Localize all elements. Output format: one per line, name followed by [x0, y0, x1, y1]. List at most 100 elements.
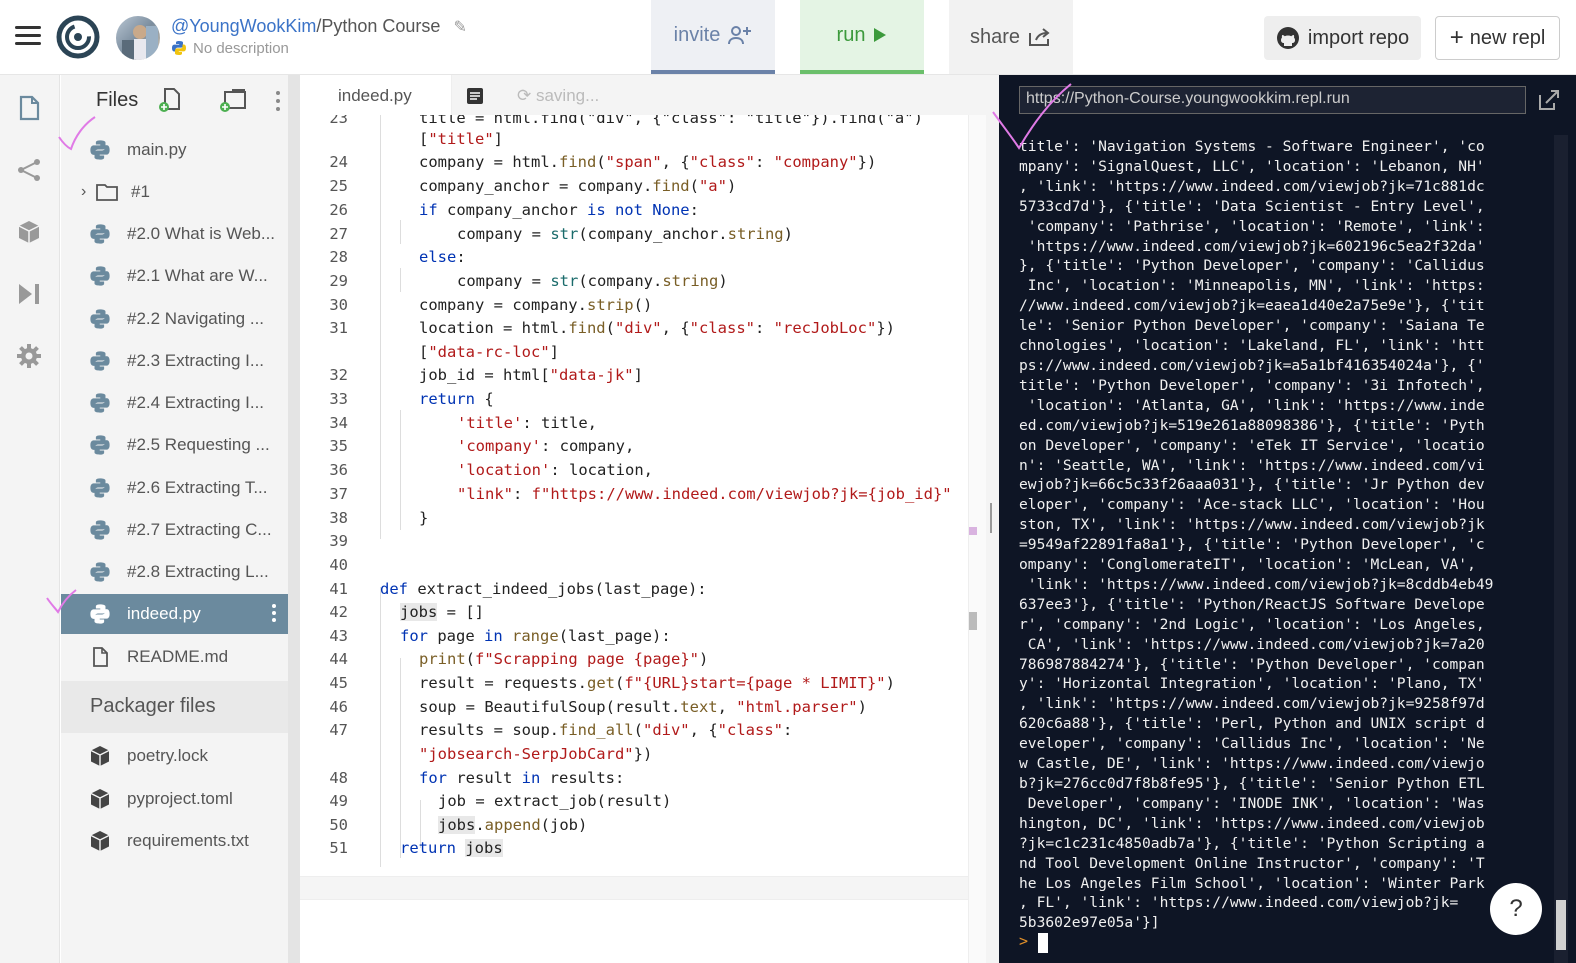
open-in-new-tab-icon[interactable] [1537, 88, 1561, 112]
packager-heading: Packager files [90, 695, 216, 717]
run-button[interactable]: run [800, 0, 924, 74]
code-line: return { [419, 390, 494, 408]
line-number: 37 [329, 485, 348, 503]
panel-resize-handle[interactable] [288, 75, 300, 963]
python-file-icon [90, 435, 110, 455]
format-document-icon[interactable] [466, 87, 484, 105]
console-line: , 'link': 'https://www.indeed.com/viewjo… [1019, 695, 1485, 713]
file-item[interactable]: #2.8 Extracting L... [61, 552, 288, 592]
indent-guide [400, 658, 401, 858]
file-item[interactable]: #2.6 Extracting T... [61, 468, 288, 508]
add-folder-icon[interactable] [218, 87, 248, 113]
share-label: share [969, 25, 1021, 48]
plus-icon: + [1449, 24, 1464, 51]
add-user-icon [728, 26, 752, 45]
console-panel: https://Python-Course.youngwookkim.repl.… [999, 75, 1576, 963]
file-item-requirements[interactable]: requirements.txt [61, 821, 288, 861]
python-file-icon [90, 393, 110, 413]
console-line: ston, TX', 'link': 'https://www.indeed.c… [1019, 516, 1485, 534]
owner-link[interactable]: @YoungWookKim [171, 16, 316, 36]
file-item[interactable]: #2.1 What are W... [61, 256, 288, 296]
github-icon [1276, 27, 1299, 49]
scroll-marker [969, 527, 977, 535]
editor-scrollbar[interactable] [968, 115, 986, 963]
code-line: location = html.find("div", {"class": "r… [419, 319, 895, 337]
invite-label: invite [673, 23, 721, 46]
import-repo-button[interactable]: import repo [1264, 16, 1421, 60]
code-line: 'title': title, [457, 414, 597, 432]
files-icon[interactable] [16, 95, 42, 121]
console-line: y': 'Horizontal Integration', 'location'… [1019, 675, 1485, 693]
file-name: requirements.txt [127, 831, 249, 850]
python-file-icon [90, 224, 110, 244]
file-item[interactable]: #2.2 Navigating ... [61, 299, 288, 339]
folder-item-1[interactable]: › #1 [61, 172, 288, 212]
share-icon [1029, 28, 1050, 46]
replit-logo-icon[interactable] [56, 15, 100, 59]
console-output[interactable]: title': 'Navigation Systems - Software E… [1019, 137, 1549, 933]
indent-guide [380, 115, 381, 539]
settings-gear-icon[interactable] [16, 343, 42, 369]
console-line: 637ee3'}, {'title': 'Python/ReactJS Soft… [1019, 595, 1485, 613]
help-button[interactable]: ? [1490, 883, 1542, 935]
scroll-thumb[interactable] [1556, 900, 1566, 950]
files-more-icon[interactable] [276, 91, 280, 111]
file-more-icon[interactable] [272, 604, 276, 625]
code-line: def extract_indeed_jobs(last_page): [380, 580, 707, 598]
console-line: he Los Angeles Film School', 'location':… [1019, 874, 1485, 892]
add-file-icon[interactable] [158, 87, 182, 113]
console-line: on Developer', 'company': 'eTek IT Servi… [1019, 436, 1485, 454]
code-area[interactable]: 23 title = html.find("div", {"class": "t… [300, 115, 968, 963]
saving-text: saving... [535, 86, 600, 105]
line-number: 39 [329, 532, 348, 550]
panel-resize-handle[interactable] [986, 75, 999, 963]
package-icon [90, 831, 110, 851]
file-item[interactable]: #2.0 What is Web... [61, 214, 288, 254]
repl-name[interactable]: Python Course [321, 16, 440, 36]
packager-files-section[interactable]: Packager files [61, 681, 288, 733]
import-label: import repo [1307, 26, 1410, 49]
share-button[interactable]: share [949, 0, 1073, 74]
file-name: #2.5 Requesting ... [127, 435, 270, 454]
file-name: indeed.py [127, 604, 201, 623]
menu-icon[interactable] [15, 26, 41, 46]
chevron-right-icon[interactable]: › [81, 183, 86, 201]
file-name: #2.6 Extracting T... [127, 478, 268, 497]
console-line: le': 'Senior Python Developer', 'company… [1019, 317, 1485, 335]
file-item-pyproject[interactable]: pyproject.toml [61, 779, 288, 819]
annotation-checkmark [58, 116, 96, 151]
file-item[interactable]: #2.3 Extracting I... [61, 341, 288, 381]
editor-tab-bar: indeed.py ⟳ saving... [300, 75, 986, 115]
indent-guide [400, 220, 401, 244]
console-cursor[interactable] [1038, 933, 1048, 953]
run-label: run [836, 23, 866, 46]
code-line: company_anchor = company.find("a") [419, 177, 737, 195]
console-line: //www.indeed.com/viewjob?jk=eaea1d40e2a7… [1019, 297, 1485, 315]
line-number: 47 [329, 721, 348, 739]
invite-button[interactable]: invite [651, 0, 775, 74]
console-line: nd Tool Development Online Instructor', … [1019, 854, 1485, 872]
file-item-indeed-py[interactable]: indeed.py [61, 594, 288, 634]
webview-url-field[interactable]: https://Python-Course.youngwookkim.repl.… [1019, 86, 1526, 114]
debugger-icon[interactable] [16, 281, 42, 307]
console-scrollbar[interactable] [1554, 135, 1568, 963]
file-item[interactable]: #2.4 Extracting I... [61, 383, 288, 423]
code-line: if company_anchor is not None: [419, 201, 699, 219]
packages-icon[interactable] [16, 219, 42, 245]
new-repl-button[interactable]: + new repl [1435, 16, 1560, 60]
file-item-poetry-lock[interactable]: poetry.lock [61, 736, 288, 776]
indent-guide [400, 268, 401, 292]
document-icon [93, 647, 108, 667]
tab-indeed-py[interactable]: indeed.py [300, 75, 452, 115]
pencil-icon[interactable]: ✎ [453, 17, 466, 37]
console-line: chnologies', 'location': 'Lakeland, FL',… [1019, 337, 1485, 355]
avatar[interactable] [116, 16, 160, 60]
file-item-readme[interactable]: README.md [61, 637, 288, 677]
version-control-icon[interactable] [16, 157, 42, 183]
file-item[interactable]: #2.7 Extracting C... [61, 510, 288, 550]
current-line-highlight [300, 876, 968, 900]
annotation-checkmark [46, 589, 77, 614]
code-line: "jobsearch-SerpJobCard"}) [419, 745, 653, 763]
line-number: 42 [329, 603, 348, 621]
file-item[interactable]: #2.5 Requesting ... [61, 425, 288, 465]
